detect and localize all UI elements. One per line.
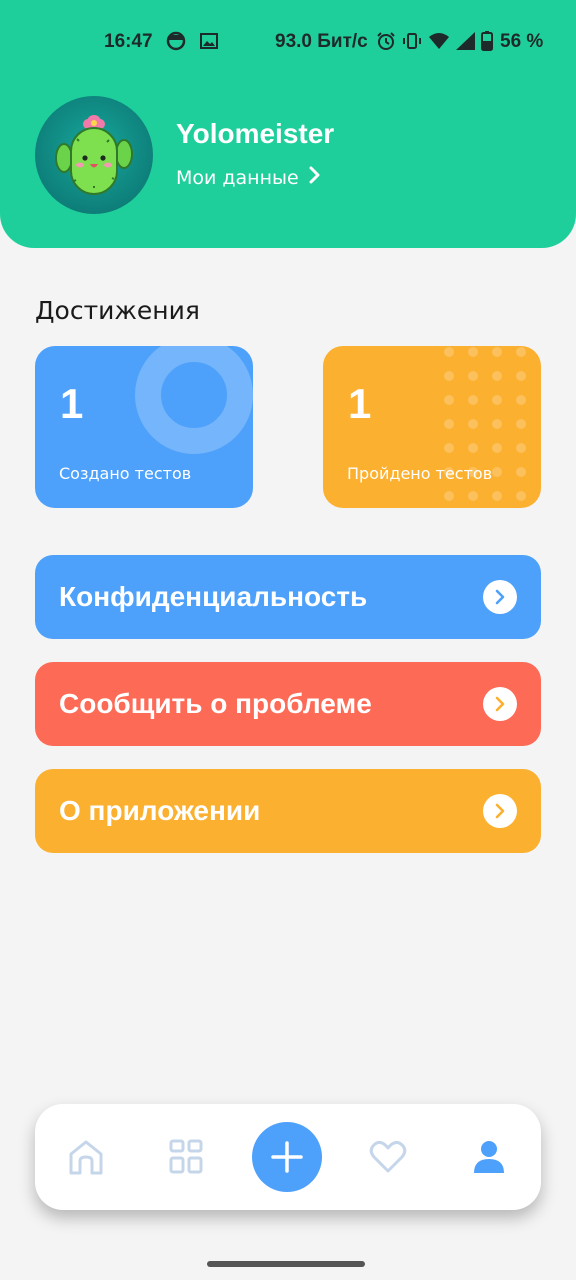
created-tests-count: 1	[60, 380, 84, 427]
alarm-icon	[376, 31, 396, 57]
passed-tests-label: Пройдено тестов	[347, 464, 493, 483]
battery-percent: 56 %	[500, 31, 544, 52]
my-data-label: Мои данные	[176, 166, 299, 189]
plus-icon	[271, 1141, 303, 1173]
achievements-title: Достижения	[35, 296, 200, 325]
chevron-right-icon	[309, 166, 321, 189]
image-icon	[199, 31, 219, 57]
signal-icon	[455, 31, 477, 57]
privacy-button[interactable]: Конфиденциальность	[35, 555, 541, 639]
my-data-link[interactable]: Мои данные	[176, 166, 321, 189]
face-icon	[166, 31, 186, 57]
user-icon[interactable]	[469, 1137, 509, 1177]
chevron-right-icon	[483, 794, 517, 828]
created-tests-card: 1 Создано тестов	[35, 346, 253, 508]
about-app-button[interactable]: О приложении	[35, 769, 541, 853]
passed-tests-count: 1	[348, 380, 372, 427]
privacy-label: Конфиденциальность	[59, 581, 368, 612]
chevron-right-icon	[483, 687, 517, 721]
add-button[interactable]	[252, 1122, 322, 1192]
status-time: 16:47	[104, 31, 153, 52]
ring-decoration	[135, 346, 253, 454]
passed-tests-card: 1 Пройдено тестов	[323, 346, 541, 508]
report-problem-label: Сообщить о проблеме	[59, 688, 372, 719]
status-bar: 16:47 93.0 Бит/с 56 %	[0, 28, 576, 58]
dots-decoration	[444, 347, 526, 501]
report-problem-button[interactable]: Сообщить о проблеме	[35, 662, 541, 746]
battery-icon	[481, 31, 493, 57]
created-tests-label: Создано тестов	[59, 464, 192, 483]
username: Yolomeister	[176, 118, 335, 149]
network-speed: 93.0 Бит/с	[275, 31, 368, 52]
grid-icon[interactable]	[166, 1137, 206, 1177]
heart-icon[interactable]	[368, 1137, 408, 1177]
avatar[interactable]	[35, 96, 153, 214]
vibrate-icon	[402, 31, 422, 57]
about-app-label: О приложении	[59, 795, 261, 826]
cactus-icon	[55, 115, 133, 195]
chevron-right-icon	[483, 580, 517, 614]
home-indicator	[207, 1261, 365, 1267]
wifi-icon	[428, 31, 450, 57]
home-icon[interactable]	[66, 1137, 106, 1177]
bottom-nav	[35, 1104, 541, 1210]
